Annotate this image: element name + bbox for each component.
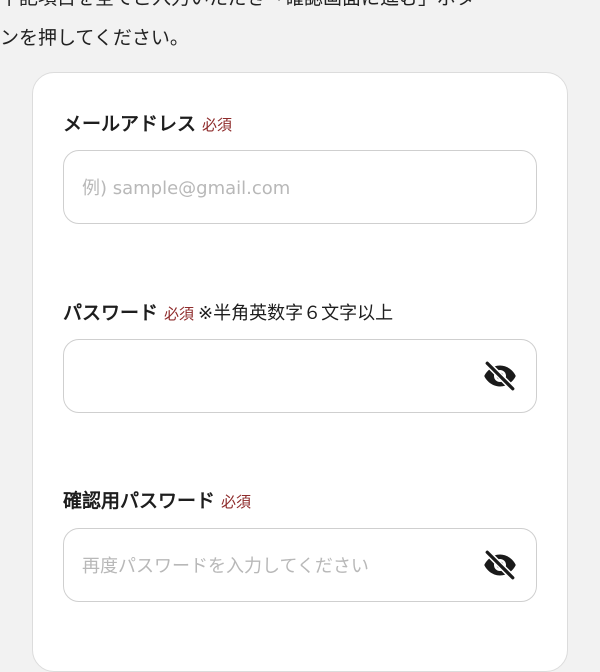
eye-slash-icon[interactable]: [482, 358, 518, 394]
confirm-password-label-text: 確認用パスワード: [63, 490, 216, 512]
email-label: メールアドレス 必須: [63, 109, 232, 136]
instructions-line-1: 下記項目を全てご入力いただき「確認画面に進む」ボタ: [0, 0, 600, 18]
eye-slash-icon[interactable]: [482, 547, 518, 583]
email-field[interactable]: 例) sample@gmail.com: [63, 150, 537, 224]
password-field[interactable]: [63, 339, 537, 413]
email-placeholder: 例) sample@gmail.com: [82, 178, 291, 199]
password-label-text: パスワード: [63, 302, 159, 324]
password-required-badge: 必須: [164, 305, 195, 323]
email-required-badge: 必須: [202, 116, 233, 134]
confirm-password-required-badge: 必須: [221, 493, 252, 511]
instructions-line-2: ンを押してください。: [0, 27, 189, 49]
instructions-text: 下記項目を全てご入力いただき「確認画面に進む」ボタ ンを押してください。: [0, 0, 600, 58]
confirm-password-placeholder: 再度パスワードを入力してください: [82, 556, 369, 577]
registration-form-card: メールアドレス 必須 例) sample@gmail.com パスワード 必須 ※半角…: [32, 72, 568, 672]
password-label: パスワード 必須 ※半角英数字６文字以上: [63, 298, 393, 325]
email-label-text: メールアドレス: [63, 113, 197, 135]
confirm-password-label: 確認用パスワード 必須: [63, 486, 251, 513]
confirm-password-field[interactable]: 再度パスワードを入力してください: [63, 528, 537, 602]
password-requirement-note: ※半角英数字６文字以上: [198, 303, 394, 324]
